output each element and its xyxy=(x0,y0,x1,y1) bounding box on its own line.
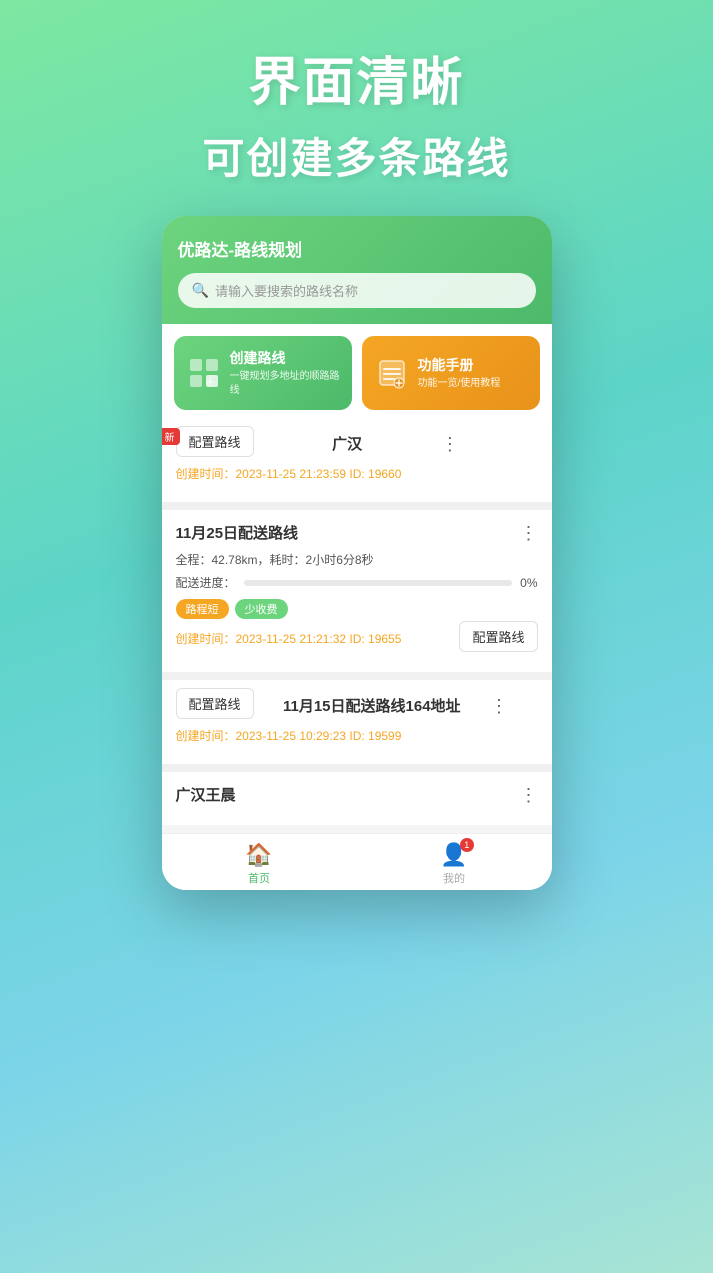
create-route-title: 创建路线 xyxy=(230,348,340,368)
route-meta-text: 创建时间：2023-11-25 21:21:32 ID: 19655 xyxy=(176,630,402,647)
create-route-icon xyxy=(186,355,222,391)
create-route-text: 创建路线 一键规划多地址的顺路路线 xyxy=(230,348,340,398)
route-meta: 创建时间：2023-11-25 10:29:23 ID: 19599 xyxy=(176,727,538,744)
new-badge: 新 xyxy=(162,428,180,445)
route-menu-icon[interactable]: ⋮ xyxy=(520,524,538,542)
route-item: 11月25日配送路线 ⋮ 全程：42.78km，耗时：2小时6分8秒 配送进度：… xyxy=(162,510,552,672)
route-name: 广汉 xyxy=(332,433,362,454)
create-route-card[interactable]: 创建路线 一键规划多地址的顺路路线 xyxy=(174,336,352,410)
tab-bar: 🏠 首页 👤 1 我的 xyxy=(162,833,552,890)
progress-bar xyxy=(244,580,513,586)
route-tags: 路程短 少收费 xyxy=(176,599,538,619)
tag-less-fee: 少收费 xyxy=(235,599,288,619)
create-route-desc: 一键规划多地址的顺路路线 xyxy=(230,370,340,398)
route-name: 广汉王晨 xyxy=(176,784,236,805)
route-list: 新 配置路线 广汉 ⋮ 创建时间：2023-11-25 21:23:59 ID:… xyxy=(162,418,552,825)
route-name: 11月25日配送路线 xyxy=(176,522,299,543)
manual-card[interactable]: 功能手册 功能一览/使用教程 xyxy=(362,336,540,410)
progress-row: 配送进度： 0% xyxy=(176,574,538,591)
route-item: 配置路线 11月15日配送路线164地址 ⋮ 创建时间：2023-11-25 1… xyxy=(162,680,552,764)
avatar-icon: 👤 1 xyxy=(440,842,467,868)
manual-text: 功能手册 功能一览/使用教程 xyxy=(418,355,528,391)
tab-home[interactable]: 🏠 首页 xyxy=(162,842,357,886)
config-route-btn-3[interactable]: 配置路线 xyxy=(176,688,254,719)
action-cards-container: 创建路线 一键规划多地址的顺路路线 功能手册 功能一览/使用教程 xyxy=(162,324,552,418)
app-title: 优路达-路线规划 xyxy=(178,236,536,261)
tab-mine[interactable]: 👤 1 我的 xyxy=(357,842,552,886)
manual-title: 功能手册 xyxy=(418,355,528,375)
route-item: 新 配置路线 广汉 ⋮ 创建时间：2023-11-25 21:23:59 ID:… xyxy=(162,418,552,502)
tab-mine-label: 我的 xyxy=(443,870,465,886)
tab-home-label: 首页 xyxy=(248,870,270,886)
progress-pct: 0% xyxy=(520,576,537,590)
route-menu-icon[interactable]: ⋮ xyxy=(520,786,538,804)
route-header: 配置路线 11月15日配送路线164地址 ⋮ xyxy=(176,692,538,719)
search-bar[interactable]: 🔍 请输入要搜索的路线名称 xyxy=(178,273,536,308)
route-meta: 创建时间：2023-11-25 21:23:59 ID: 19660 xyxy=(176,465,538,482)
route-menu-icon[interactable]: ⋮ xyxy=(490,697,508,715)
tab-mine-badge: 1 xyxy=(460,838,474,852)
config-route-btn-2[interactable]: 配置路线 xyxy=(459,621,537,652)
manual-desc: 功能一览/使用教程 xyxy=(418,377,528,391)
route-header: 广汉王晨 ⋮ xyxy=(176,784,538,805)
phone-frame: 优路达-路线规划 🔍 请输入要搜索的路线名称 创建路线 一键规划多地址的顺路路线 xyxy=(162,216,552,890)
progress-label: 配送进度： xyxy=(176,574,236,591)
route-header: 11月25日配送路线 ⋮ xyxy=(176,522,538,543)
search-placeholder: 请输入要搜索的路线名称 xyxy=(215,281,358,300)
route-detail: 全程：42.78km，耗时：2小时6分8秒 xyxy=(176,551,538,568)
tag-short-route: 路程短 xyxy=(176,599,229,619)
route-header: 配置路线 广汉 ⋮ xyxy=(176,430,538,457)
route-menu-icon[interactable]: ⋮ xyxy=(441,435,459,453)
headline-2: 可创建多条路线 xyxy=(202,125,510,186)
route-item: 广汉王晨 ⋮ xyxy=(162,772,552,825)
route-name: 11月15日配送路线164地址 xyxy=(283,695,461,716)
manual-icon xyxy=(374,355,410,391)
home-icon: 🏠 xyxy=(245,842,272,868)
config-route-btn-1[interactable]: 配置路线 xyxy=(176,426,254,457)
route-meta: 创建时间：2023-11-25 21:21:32 ID: 19655 配置路线 xyxy=(176,625,538,652)
app-header: 优路达-路线规划 🔍 请输入要搜索的路线名称 xyxy=(162,216,552,324)
headline-1: 界面清晰 xyxy=(248,40,464,115)
search-icon: 🔍 xyxy=(192,282,209,299)
